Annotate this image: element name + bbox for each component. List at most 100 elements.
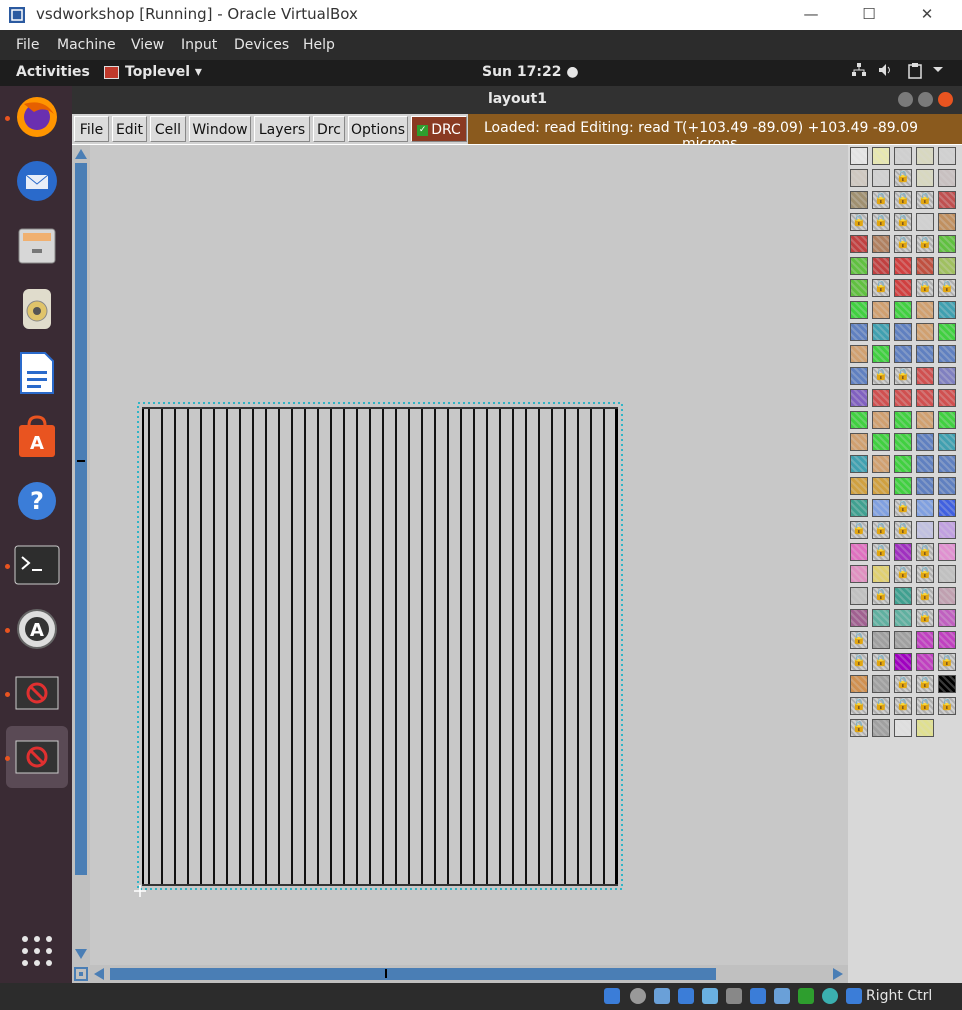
minimize-icon[interactable] xyxy=(898,92,913,107)
layer-swatch[interactable] xyxy=(850,279,868,297)
layer-swatch[interactable] xyxy=(850,477,868,495)
cpu-icon[interactable] xyxy=(798,988,814,1004)
layer-swatch[interactable] xyxy=(916,257,934,275)
layer-swatch-locked[interactable] xyxy=(872,697,890,715)
layer-swatch[interactable] xyxy=(894,477,912,495)
magic-menu-file[interactable]: File xyxy=(74,116,109,142)
layer-swatch[interactable] xyxy=(894,411,912,429)
layer-swatch[interactable] xyxy=(872,719,890,737)
layer-swatch[interactable] xyxy=(938,235,956,253)
writer-icon[interactable] xyxy=(12,348,62,398)
layer-swatch-locked[interactable] xyxy=(850,697,868,715)
layer-swatch[interactable] xyxy=(938,389,956,407)
layer-swatch[interactable] xyxy=(894,257,912,275)
maximize-button[interactable]: ☐ xyxy=(856,3,882,25)
layer-swatch-locked[interactable] xyxy=(872,521,890,539)
layer-swatch[interactable] xyxy=(872,477,890,495)
network-icon[interactable] xyxy=(852,63,866,81)
layer-swatch[interactable] xyxy=(894,609,912,627)
layer-swatch[interactable] xyxy=(916,411,934,429)
layer-swatch[interactable] xyxy=(872,433,890,451)
layer-swatch[interactable] xyxy=(916,301,934,319)
horizontal-scroll-thumb[interactable] xyxy=(110,968,716,980)
recording-icon[interactable] xyxy=(774,988,790,1004)
layer-swatch[interactable] xyxy=(894,455,912,473)
activities-button[interactable]: Activities xyxy=(16,64,90,80)
layer-swatch[interactable] xyxy=(850,411,868,429)
layer-swatch[interactable] xyxy=(916,521,934,539)
clock[interactable]: Sun 17:22 ● xyxy=(482,64,579,80)
layer-swatch-locked[interactable] xyxy=(850,631,868,649)
layer-swatch[interactable] xyxy=(872,169,890,187)
close-icon[interactable] xyxy=(938,92,953,107)
layer-swatch[interactable] xyxy=(938,411,956,429)
layer-swatch[interactable] xyxy=(872,675,890,693)
layer-swatch-locked[interactable] xyxy=(916,279,934,297)
keyboard-icon[interactable] xyxy=(846,988,862,1004)
horizontal-scrollbar[interactable] xyxy=(90,965,848,983)
layer-swatch-locked[interactable] xyxy=(872,367,890,385)
layer-swatch[interactable] xyxy=(916,433,934,451)
layer-swatch-locked[interactable] xyxy=(916,565,934,583)
layer-swatch-locked[interactable] xyxy=(894,235,912,253)
layer-swatch-locked[interactable] xyxy=(916,235,934,253)
layer-swatch-locked[interactable] xyxy=(938,653,956,671)
shared-folder-icon[interactable] xyxy=(726,988,742,1004)
layer-swatch[interactable] xyxy=(938,147,956,165)
layer-swatch-locked[interactable] xyxy=(916,675,934,693)
minimize-button[interactable]: — xyxy=(798,3,824,25)
layer-swatch[interactable] xyxy=(916,719,934,737)
layer-swatch-locked[interactable] xyxy=(850,653,868,671)
layer-swatch[interactable] xyxy=(938,323,956,341)
layer-swatch[interactable] xyxy=(850,565,868,583)
layer-swatch-locked[interactable] xyxy=(894,191,912,209)
close-button[interactable]: ✕ xyxy=(914,3,940,25)
layer-swatch-locked[interactable] xyxy=(872,279,890,297)
scroll-down-icon[interactable] xyxy=(74,947,88,961)
layer-swatch-locked[interactable] xyxy=(938,697,956,715)
layer-swatch-locked[interactable] xyxy=(894,521,912,539)
layer-swatch-locked[interactable] xyxy=(916,191,934,209)
layer-swatch-locked[interactable] xyxy=(916,543,934,561)
layer-swatch[interactable] xyxy=(938,169,956,187)
magic-menu-window[interactable]: Window xyxy=(189,116,251,142)
layer-swatch[interactable] xyxy=(872,609,890,627)
display-icon[interactable] xyxy=(750,988,766,1004)
layer-swatch[interactable] xyxy=(872,631,890,649)
layer-swatch[interactable] xyxy=(850,675,868,693)
layer-swatch[interactable] xyxy=(850,455,868,473)
layer-swatch[interactable] xyxy=(938,675,956,693)
layer-swatch-locked[interactable] xyxy=(894,367,912,385)
layer-swatch-locked[interactable] xyxy=(938,279,956,297)
magic-menu-layers[interactable]: Layers xyxy=(254,116,310,142)
layer-swatch[interactable] xyxy=(916,477,934,495)
layer-swatch[interactable] xyxy=(850,257,868,275)
layer-swatch-locked[interactable] xyxy=(872,587,890,605)
menu-help[interactable]: Help xyxy=(303,37,335,53)
layer-swatch[interactable] xyxy=(916,455,934,473)
rhythmbox-icon[interactable] xyxy=(12,284,62,334)
menu-machine[interactable]: Machine xyxy=(57,37,116,53)
layer-swatch[interactable] xyxy=(916,653,934,671)
layer-swatch-locked[interactable] xyxy=(850,521,868,539)
layer-swatch-locked[interactable] xyxy=(916,587,934,605)
layer-swatch[interactable] xyxy=(916,147,934,165)
layer-swatch[interactable] xyxy=(850,191,868,209)
layer-swatch[interactable] xyxy=(850,323,868,341)
layer-swatch-locked[interactable] xyxy=(894,697,912,715)
layer-swatch[interactable] xyxy=(916,323,934,341)
layer-swatch[interactable] xyxy=(894,147,912,165)
layer-swatch[interactable] xyxy=(894,323,912,341)
layer-swatch-locked[interactable] xyxy=(872,213,890,231)
layer-swatch-locked[interactable] xyxy=(872,653,890,671)
magic-menu-edit[interactable]: Edit xyxy=(112,116,147,142)
layer-swatch[interactable] xyxy=(872,235,890,253)
layer-swatch[interactable] xyxy=(938,301,956,319)
layer-swatch-locked[interactable] xyxy=(916,697,934,715)
updater-icon[interactable]: A xyxy=(12,604,62,654)
layer-swatch[interactable] xyxy=(850,345,868,363)
layer-swatch[interactable] xyxy=(850,543,868,561)
scroll-up-icon[interactable] xyxy=(74,147,88,161)
layer-swatch[interactable] xyxy=(894,719,912,737)
network-adapter-icon[interactable] xyxy=(678,988,694,1004)
